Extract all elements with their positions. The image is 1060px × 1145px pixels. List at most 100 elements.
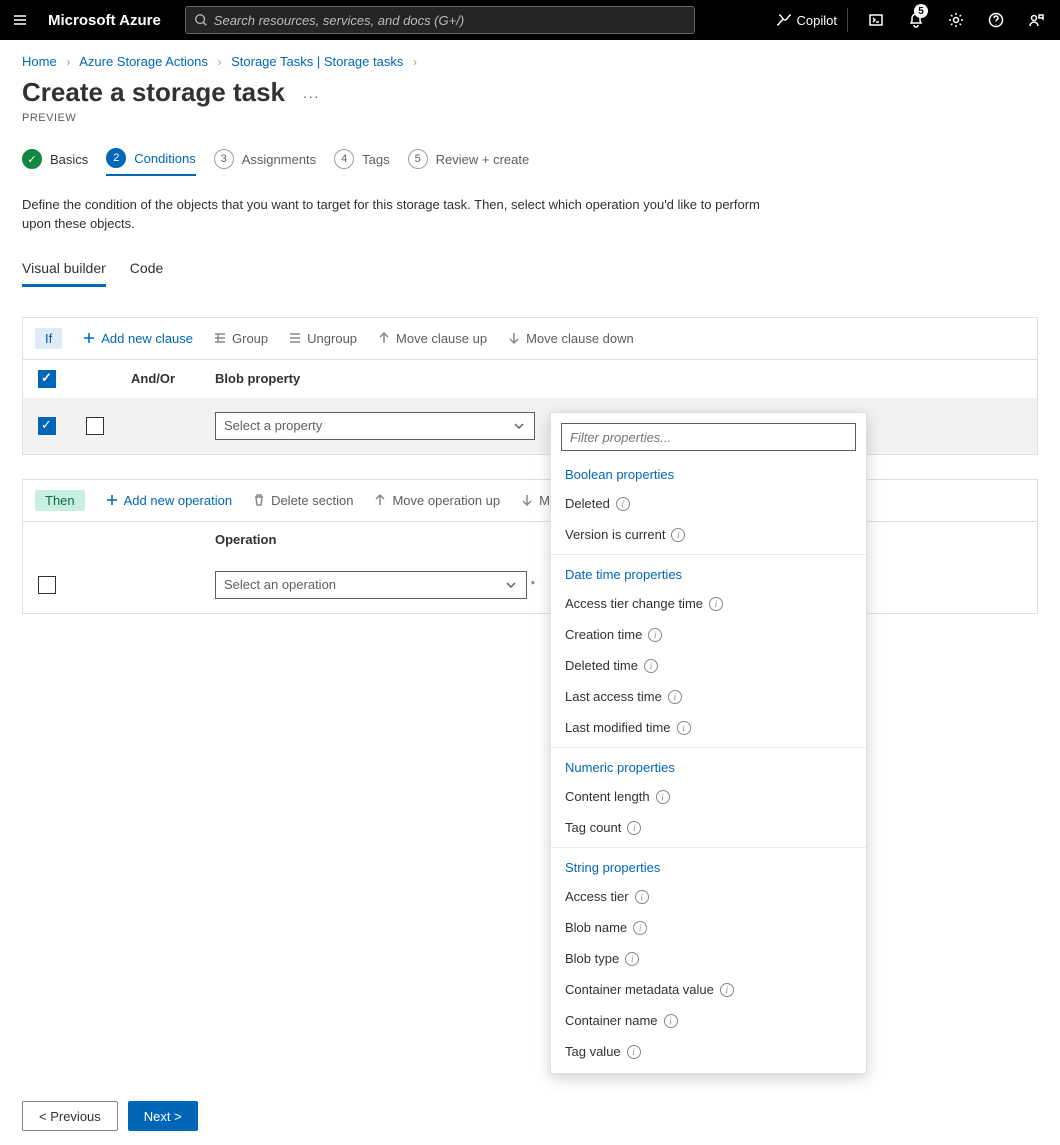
ungroup-icon xyxy=(288,331,302,345)
breadcrumb-storage-actions[interactable]: Azure Storage Actions xyxy=(79,54,208,69)
property-option-label: Tag value xyxy=(565,1044,621,1059)
info-icon: i xyxy=(720,983,734,997)
property-option[interactable]: Creation timei xyxy=(551,619,866,650)
wizard-tab-tags[interactable]: 4 Tags xyxy=(334,142,389,176)
property-filter[interactable] xyxy=(561,423,856,451)
clause-row: Select a property xyxy=(23,398,1037,454)
add-operation-label: Add new operation xyxy=(124,493,232,508)
property-option-label: Access tier xyxy=(565,889,629,904)
add-clause-button[interactable]: Add new clause xyxy=(82,331,193,346)
breadcrumb-storage-tasks[interactable]: Storage Tasks | Storage tasks xyxy=(231,54,403,69)
property-option[interactable]: Tag counti xyxy=(551,812,866,843)
feedback-button[interactable] xyxy=(1020,0,1052,40)
required-marker: * xyxy=(531,579,535,591)
help-icon xyxy=(988,12,1004,28)
breadcrumb-home[interactable]: Home xyxy=(22,54,57,69)
property-option[interactable]: Container namei xyxy=(551,1005,866,1036)
operation-dropdown[interactable]: Select an operation xyxy=(215,571,527,599)
move-operation-up-button[interactable]: Move operation up xyxy=(373,493,500,508)
info-icon: i xyxy=(677,721,691,735)
info-icon: i xyxy=(671,528,685,542)
arrow-up-icon xyxy=(377,331,391,345)
property-option[interactable]: Deleted i xyxy=(551,488,866,519)
property-option[interactable]: Deleted timei xyxy=(551,650,866,681)
property-option-label: Container name xyxy=(565,1013,658,1028)
step-number: 5 xyxy=(408,149,428,169)
property-option[interactable]: Access tieri xyxy=(551,881,866,912)
more-actions-button[interactable]: ··· xyxy=(303,88,320,104)
header-andor: And/Or xyxy=(131,371,191,386)
settings-button[interactable] xyxy=(940,0,972,40)
property-option-label: Last modified time xyxy=(565,720,671,735)
help-button[interactable] xyxy=(980,0,1012,40)
step-number: 2 xyxy=(106,148,126,168)
wizard-tab-assignments[interactable]: 3 Assignments xyxy=(214,142,316,176)
wizard-tab-conditions[interactable]: 2 Conditions xyxy=(106,142,195,176)
property-option-label: Content length xyxy=(565,789,650,804)
wizard-tab-review[interactable]: 5 Review + create xyxy=(408,142,530,176)
add-operation-button[interactable]: Add new operation xyxy=(105,493,232,508)
property-option[interactable]: Content lengthi xyxy=(551,781,866,812)
page-title: Create a storage task xyxy=(22,77,285,108)
property-option[interactable]: Blob typei xyxy=(551,943,866,974)
move-op-up-label: Move operation up xyxy=(392,493,500,508)
property-option[interactable]: Last access time i xyxy=(551,681,866,712)
add-clause-label: Add new clause xyxy=(101,331,193,346)
info-icon: i xyxy=(627,1045,641,1059)
move-clause-up-button[interactable]: Move clause up xyxy=(377,331,487,346)
cloud-shell-button[interactable] xyxy=(860,0,892,40)
brand-label: Microsoft Azure xyxy=(40,12,177,29)
info-icon: i xyxy=(668,690,682,704)
description-text: Define the condition of the objects that… xyxy=(0,190,800,252)
property-dropdown[interactable]: Select a property xyxy=(215,412,535,440)
select-all-checkbox[interactable] xyxy=(38,370,56,388)
info-icon: i xyxy=(648,628,662,642)
copilot-button[interactable]: Copilot xyxy=(765,8,848,32)
delete-section-button[interactable]: Delete section xyxy=(252,493,353,508)
trash-icon xyxy=(252,493,266,507)
tab-code[interactable]: Code xyxy=(130,252,163,287)
row-checkbox[interactable] xyxy=(38,576,56,594)
move-op-down-label: M xyxy=(539,493,550,508)
property-option[interactable]: Blob namei xyxy=(551,912,866,943)
group-button[interactable]: Group xyxy=(213,331,268,346)
row-checkbox[interactable] xyxy=(38,417,56,435)
info-icon: i xyxy=(709,597,723,611)
tab-visual-builder[interactable]: Visual builder xyxy=(22,252,106,287)
wizard-tab-basics[interactable]: ✓ Basics xyxy=(22,142,88,176)
property-option[interactable]: Container metadata valuei xyxy=(551,974,866,1005)
if-header-row: And/Or Blob property xyxy=(23,360,1037,398)
copilot-label: Copilot xyxy=(797,13,837,28)
move-operation-down-button[interactable]: M xyxy=(520,493,550,508)
if-panel: If Add new clause Group Ungroup Move cla… xyxy=(22,317,1038,455)
group-icon xyxy=(213,331,227,345)
then-header-row: Operation xyxy=(23,522,1037,557)
row-secondary-checkbox[interactable] xyxy=(86,417,104,435)
arrow-down-icon xyxy=(507,331,521,345)
ungroup-button[interactable]: Ungroup xyxy=(288,331,357,346)
property-option[interactable]: Version is currenti xyxy=(551,519,866,550)
property-filter-input[interactable] xyxy=(570,430,847,445)
hamburger-menu[interactable] xyxy=(8,8,32,32)
property-option-label: Deleted xyxy=(565,496,610,511)
hamburger-icon xyxy=(12,12,28,28)
previous-button[interactable]: < Previous xyxy=(22,1101,118,1131)
move-clause-down-button[interactable]: Move clause down xyxy=(507,331,634,346)
plus-icon xyxy=(105,493,119,507)
notifications-button[interactable]: 5 xyxy=(900,0,932,40)
property-option[interactable]: Last modified time i xyxy=(551,712,866,743)
then-toolbar: Then Add new operation Delete section Mo… xyxy=(23,480,1037,522)
global-search[interactable] xyxy=(185,6,695,34)
property-option-label: Last access time xyxy=(565,689,662,704)
preview-label: PREVIEW xyxy=(22,112,1038,124)
property-option[interactable]: Tag value i xyxy=(551,1036,866,1067)
global-search-input[interactable] xyxy=(214,13,686,28)
next-button[interactable]: Next > xyxy=(128,1101,198,1131)
property-option[interactable]: Access tier change timei xyxy=(551,588,866,619)
notification-badge: 5 xyxy=(914,4,928,18)
if-toolbar: If Add new clause Group Ungroup Move cla… xyxy=(23,318,1037,360)
operation-row: Select an operation * xyxy=(23,557,1037,613)
property-dropdown-text: Select a property xyxy=(224,418,322,433)
info-icon: i xyxy=(616,497,630,511)
mode-tabs: Visual builder Code xyxy=(0,252,1060,287)
